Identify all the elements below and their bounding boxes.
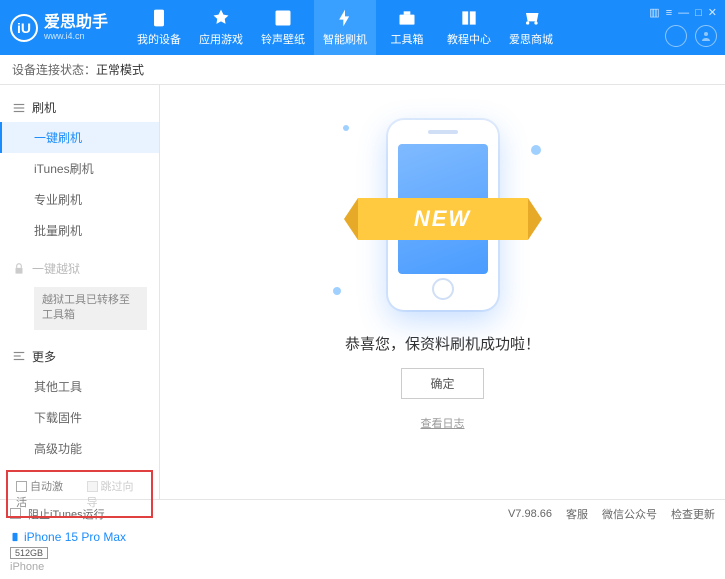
version-label: V7.98.66 xyxy=(508,508,552,520)
nav-ringtone-wallpaper[interactable]: 铃声壁纸 xyxy=(252,0,314,55)
footer-link-update[interactable]: 检查更新 xyxy=(671,506,715,522)
user-button[interactable] xyxy=(695,25,717,47)
options-highlight-box: 自动激活 跳过向导 xyxy=(6,470,153,518)
sidebar-item-pro-flash[interactable]: 专业刷机 xyxy=(0,184,159,215)
status-label: 设备连接状态： xyxy=(12,61,96,78)
device-type: iPhone xyxy=(10,561,149,573)
minimize-icon[interactable]: — xyxy=(678,7,689,19)
logo: iU 爱思助手 www.i4.cn xyxy=(10,14,108,42)
device-info: iPhone 15 Pro Max 512GB iPhone xyxy=(0,524,159,579)
sidebar-section-flash[interactable]: 刷机 xyxy=(0,93,159,122)
window-controls: ▥ ≡ — □ ✕ xyxy=(649,6,717,19)
logo-icon: iU xyxy=(10,14,38,42)
app-name: 爱思助手 xyxy=(44,15,108,31)
lock-icon xyxy=(12,262,26,276)
close-icon[interactable]: ✕ xyxy=(708,6,717,19)
status-value: 正常模式 xyxy=(96,61,144,78)
checkbox-skip-guide xyxy=(87,481,98,492)
footer-link-support[interactable]: 客服 xyxy=(566,506,588,522)
nav-label: 应用游戏 xyxy=(199,31,243,47)
toolbox-icon xyxy=(397,8,417,28)
nav-store[interactable]: 爱思商城 xyxy=(500,0,562,55)
nav-smart-flash[interactable]: 智能刷机 xyxy=(314,0,376,55)
nav-tutorials[interactable]: 教程中心 xyxy=(438,0,500,55)
nav-label: 智能刷机 xyxy=(323,31,367,47)
cart-icon xyxy=(521,8,541,28)
sidebar-item-batch-flash[interactable]: 批量刷机 xyxy=(0,215,159,246)
nav-label: 铃声壁纸 xyxy=(261,31,305,47)
section-title: 更多 xyxy=(32,348,56,365)
phone-icon xyxy=(149,8,169,28)
device-name[interactable]: iPhone 15 Pro Max xyxy=(10,530,149,544)
jailbreak-note: 越狱工具已转移至工具箱 xyxy=(34,287,147,330)
sidebar-item-advanced[interactable]: 高级功能 xyxy=(0,433,159,464)
new-banner: NEW xyxy=(358,198,528,240)
sidebar-item-other-tools[interactable]: 其他工具 xyxy=(0,371,159,402)
section-title: 一键越狱 xyxy=(32,260,80,277)
sidebar-item-download-firmware[interactable]: 下载固件 xyxy=(0,402,159,433)
confirm-button[interactable]: 确定 xyxy=(401,368,483,399)
sidebar: 刷机 一键刷机 iTunes刷机 专业刷机 批量刷机 一键越狱 越狱工具已转移至… xyxy=(0,85,160,499)
nav-label: 教程中心 xyxy=(447,31,491,47)
view-log-link[interactable]: 查看日志 xyxy=(421,415,465,431)
menu-icon[interactable]: ≡ xyxy=(666,7,672,19)
app-icon xyxy=(211,8,231,28)
device-capacity-badge: 512GB xyxy=(10,547,48,559)
skin-icon[interactable]: ▥ xyxy=(649,6,659,19)
header-actions xyxy=(665,25,717,47)
nav-label: 我的设备 xyxy=(137,31,181,47)
success-message: 恭喜您，保资料刷机成功啦！ xyxy=(345,333,540,354)
download-button[interactable] xyxy=(665,25,687,47)
wallpaper-icon xyxy=(273,8,293,28)
success-illustration: NEW xyxy=(333,115,553,315)
sidebar-item-one-click-flash[interactable]: 一键刷机 xyxy=(0,122,159,153)
main-nav: 我的设备 应用游戏 铃声壁纸 智能刷机 工具箱 教程中心 爱思商城 xyxy=(128,0,562,55)
more-icon xyxy=(12,349,26,363)
list-icon xyxy=(12,101,26,115)
footer-link-wechat[interactable]: 微信公众号 xyxy=(602,506,657,522)
section-title: 刷机 xyxy=(32,99,56,116)
nav-apps-games[interactable]: 应用游戏 xyxy=(190,0,252,55)
main-content: NEW 恭喜您，保资料刷机成功啦！ 确定 查看日志 xyxy=(160,85,725,499)
sidebar-section-more[interactable]: 更多 xyxy=(0,342,159,371)
sidebar-section-jailbreak: 一键越狱 xyxy=(0,254,159,283)
nav-label: 爱思商城 xyxy=(509,31,553,47)
flash-icon xyxy=(335,8,355,28)
nav-my-device[interactable]: 我的设备 xyxy=(128,0,190,55)
checkbox-auto-activate[interactable] xyxy=(16,481,27,492)
nav-label: 工具箱 xyxy=(391,31,424,47)
nav-toolbox[interactable]: 工具箱 xyxy=(376,0,438,55)
book-icon xyxy=(459,8,479,28)
app-url: www.i4.cn xyxy=(44,31,108,41)
sidebar-item-itunes-flash[interactable]: iTunes刷机 xyxy=(0,153,159,184)
maximize-icon[interactable]: □ xyxy=(695,7,702,19)
phone-icon xyxy=(10,530,20,544)
status-bar: 设备连接状态： 正常模式 xyxy=(0,55,725,85)
app-header: iU 爱思助手 www.i4.cn 我的设备 应用游戏 铃声壁纸 智能刷机 工具… xyxy=(0,0,725,55)
